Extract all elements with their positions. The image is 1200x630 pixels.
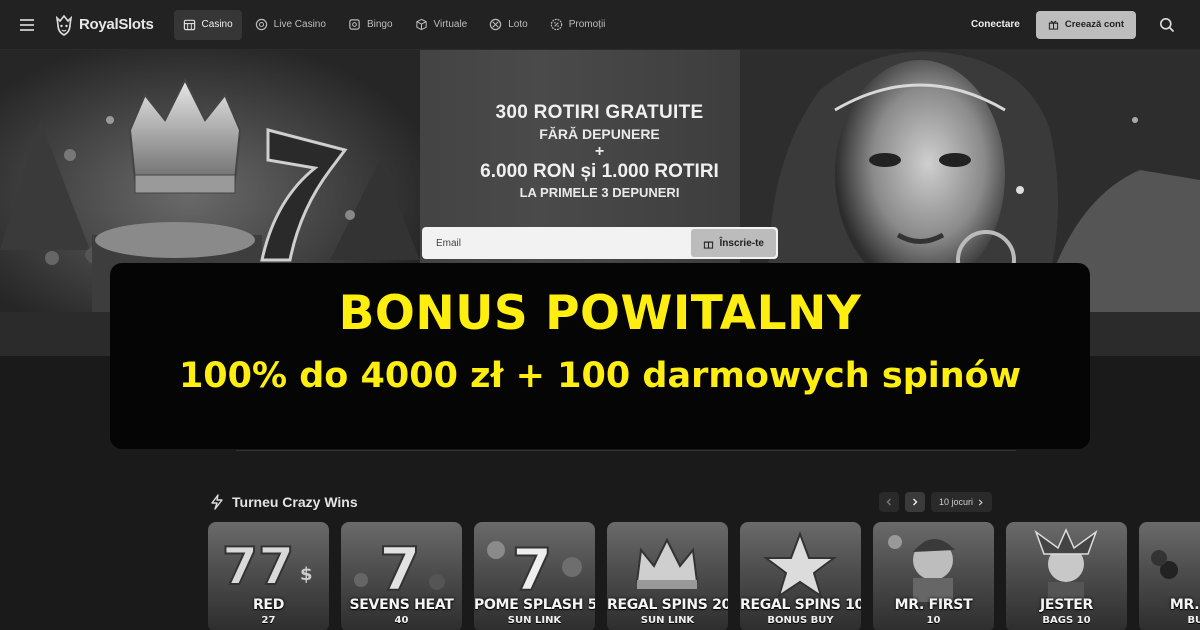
game-subtitle: SUN LINK [507,615,562,626]
game-subtitle: BAGS 10 [1042,615,1091,626]
game-card[interactable]: JESTER BAGS 10 [1006,522,1127,630]
chevron-right-icon [978,498,983,506]
game-card[interactable]: 7 POME SPLASH 5 SUN LINK [474,522,595,630]
game-carousel: 77 $ RED 27 7 SEVENS HEAT 40 7 POME SPLAS… [208,522,1200,630]
game-card[interactable]: REGAL SPINS 10 BONUS BUY [740,522,861,630]
game-title: MR. FIRST [894,597,973,613]
game-title: JESTER [1040,597,1093,613]
nav-item-casino[interactable]: Casino [173,9,242,40]
badge-icon [550,18,562,31]
register-label: Înscrie-te [719,237,764,249]
nav-label: Casino [201,19,233,30]
game-thumbnail [1151,550,1178,579]
bonus-title: BONUS POWITALNY [338,286,862,341]
game-thumbnail: 77 $ [221,536,313,598]
game-subtitle: 40 [394,615,409,626]
lottery-ball-icon [490,18,502,31]
next-button[interactable] [904,492,925,512]
nav-label: Loto [508,19,528,30]
game-title: REGAL SPINS 20 [607,597,728,613]
hero-signup-form: Înscrie-te [422,227,778,259]
prev-button[interactable] [878,492,899,512]
svg-text:7: 7 [512,536,552,602]
game-subtitle: 27 [261,615,276,626]
chip-icon [255,18,267,31]
svg-text:77: 77 [222,537,294,597]
nav-label: Bingo [366,19,393,30]
game-thumbnail [635,537,699,589]
hero-offer-plus: + [594,143,605,160]
carousel-controls: 10 jocuri [878,492,992,512]
lightning-icon [211,494,223,510]
game-card[interactable]: REGAL SPINS 20 SUN LINK [607,522,728,630]
section-title: Turneu Crazy Wins [210,494,358,510]
nav-item-virtuale[interactable]: Virtuale [406,10,477,40]
nav-item-loto[interactable]: Loto [480,10,536,40]
game-thumbnail [888,535,955,602]
chevron-left-icon [886,498,891,506]
header-actions: Conectare Creează cont [971,10,1200,40]
nav-label: Virtuale [433,19,468,30]
gift-icon [1048,20,1058,30]
chevron-right-icon [912,498,918,506]
game-title: RED [252,597,285,613]
game-title: SEVENS HEAT [349,597,454,613]
game-thumbnail [1034,528,1098,602]
game-thumbnail: 7 [487,535,582,602]
bonus-subtitle: 100% do 4000 zł + 100 darmowych spinów [178,356,1022,396]
hero-offer-line: FĂRĂ DEPUNERE [539,126,660,142]
game-subtitle: BUN [1187,615,1200,626]
game-subtitle: BONUS BUY [767,615,834,626]
hero-offer-line: 6.000 RON și 1.000 ROTIRI [480,161,719,182]
game-subtitle: 10 [926,615,941,626]
top-navigation-bar: RoyalSlots Casino Live Casino Bingo Virt… [0,0,1200,50]
signup-label: Creează cont [1064,19,1124,30]
menu-icon[interactable] [0,0,54,50]
games-count: 10 jocuri [938,497,973,507]
nav-label: Promoții [568,19,606,30]
tournament-section-header: Turneu Crazy Wins 10 jocuri [210,490,992,514]
svg-text:$: $ [300,564,313,585]
bonus-overlay: BONUS POWITALNY 100% do 4000 zł + 100 da… [110,263,1090,449]
register-button[interactable]: Înscrie-te [690,229,776,257]
brand-logo[interactable]: RoyalSlots [54,14,154,36]
nav-item-bingo[interactable]: Bingo [339,10,402,40]
game-title: POME SPLASH 5 [474,597,595,613]
login-link[interactable]: Conectare [971,19,1020,30]
game-card[interactable]: 7 SEVENS HEAT 40 [341,522,462,630]
view-all-games-button[interactable]: 10 jocuri [930,492,992,512]
svg-text:7: 7 [379,535,421,602]
hero-offer: 300 ROTIRI GRATUITE FĂRĂ DEPUNERE + 6.00… [422,102,777,200]
game-thumbnail [763,531,837,599]
game-card[interactable]: 77 $ RED 27 [208,522,329,630]
divider [236,450,1016,451]
lion-crown-icon [55,14,73,36]
game-title: MR. MO [1169,597,1200,613]
game-card[interactable]: MR. MO BUN [1139,522,1200,630]
section-title-text: Turneu Crazy Wins [232,494,358,510]
cube-icon [415,18,427,31]
nav-item-live-casino[interactable]: Live Casino [246,10,335,40]
hero-offer-line: LA PRIMELE 3 DEPUNERI [519,185,680,200]
game-subtitle: SUN LINK [640,615,695,626]
signup-button[interactable]: Creează cont [1035,10,1136,39]
brand-name: RoyalSlots [79,16,154,33]
nav-label: Live Casino [273,19,326,30]
game-thumbnail: 7 [354,534,445,602]
hero-offer-line: 300 ROTIRI GRATUITE [495,102,704,123]
game-card[interactable]: MR. FIRST 10 [873,522,994,630]
bingo-icon [349,19,360,30]
game-title: REGAL SPINS 10 [740,597,861,613]
nav-item-promotii[interactable]: Promoții [541,10,615,40]
search-icon[interactable] [1152,10,1182,40]
main-nav: Casino Live Casino Bingo Virtuale Loto P… [173,9,615,40]
gift-icon [703,241,713,249]
email-field[interactable] [422,227,691,259]
slot-machine-icon [183,19,195,31]
